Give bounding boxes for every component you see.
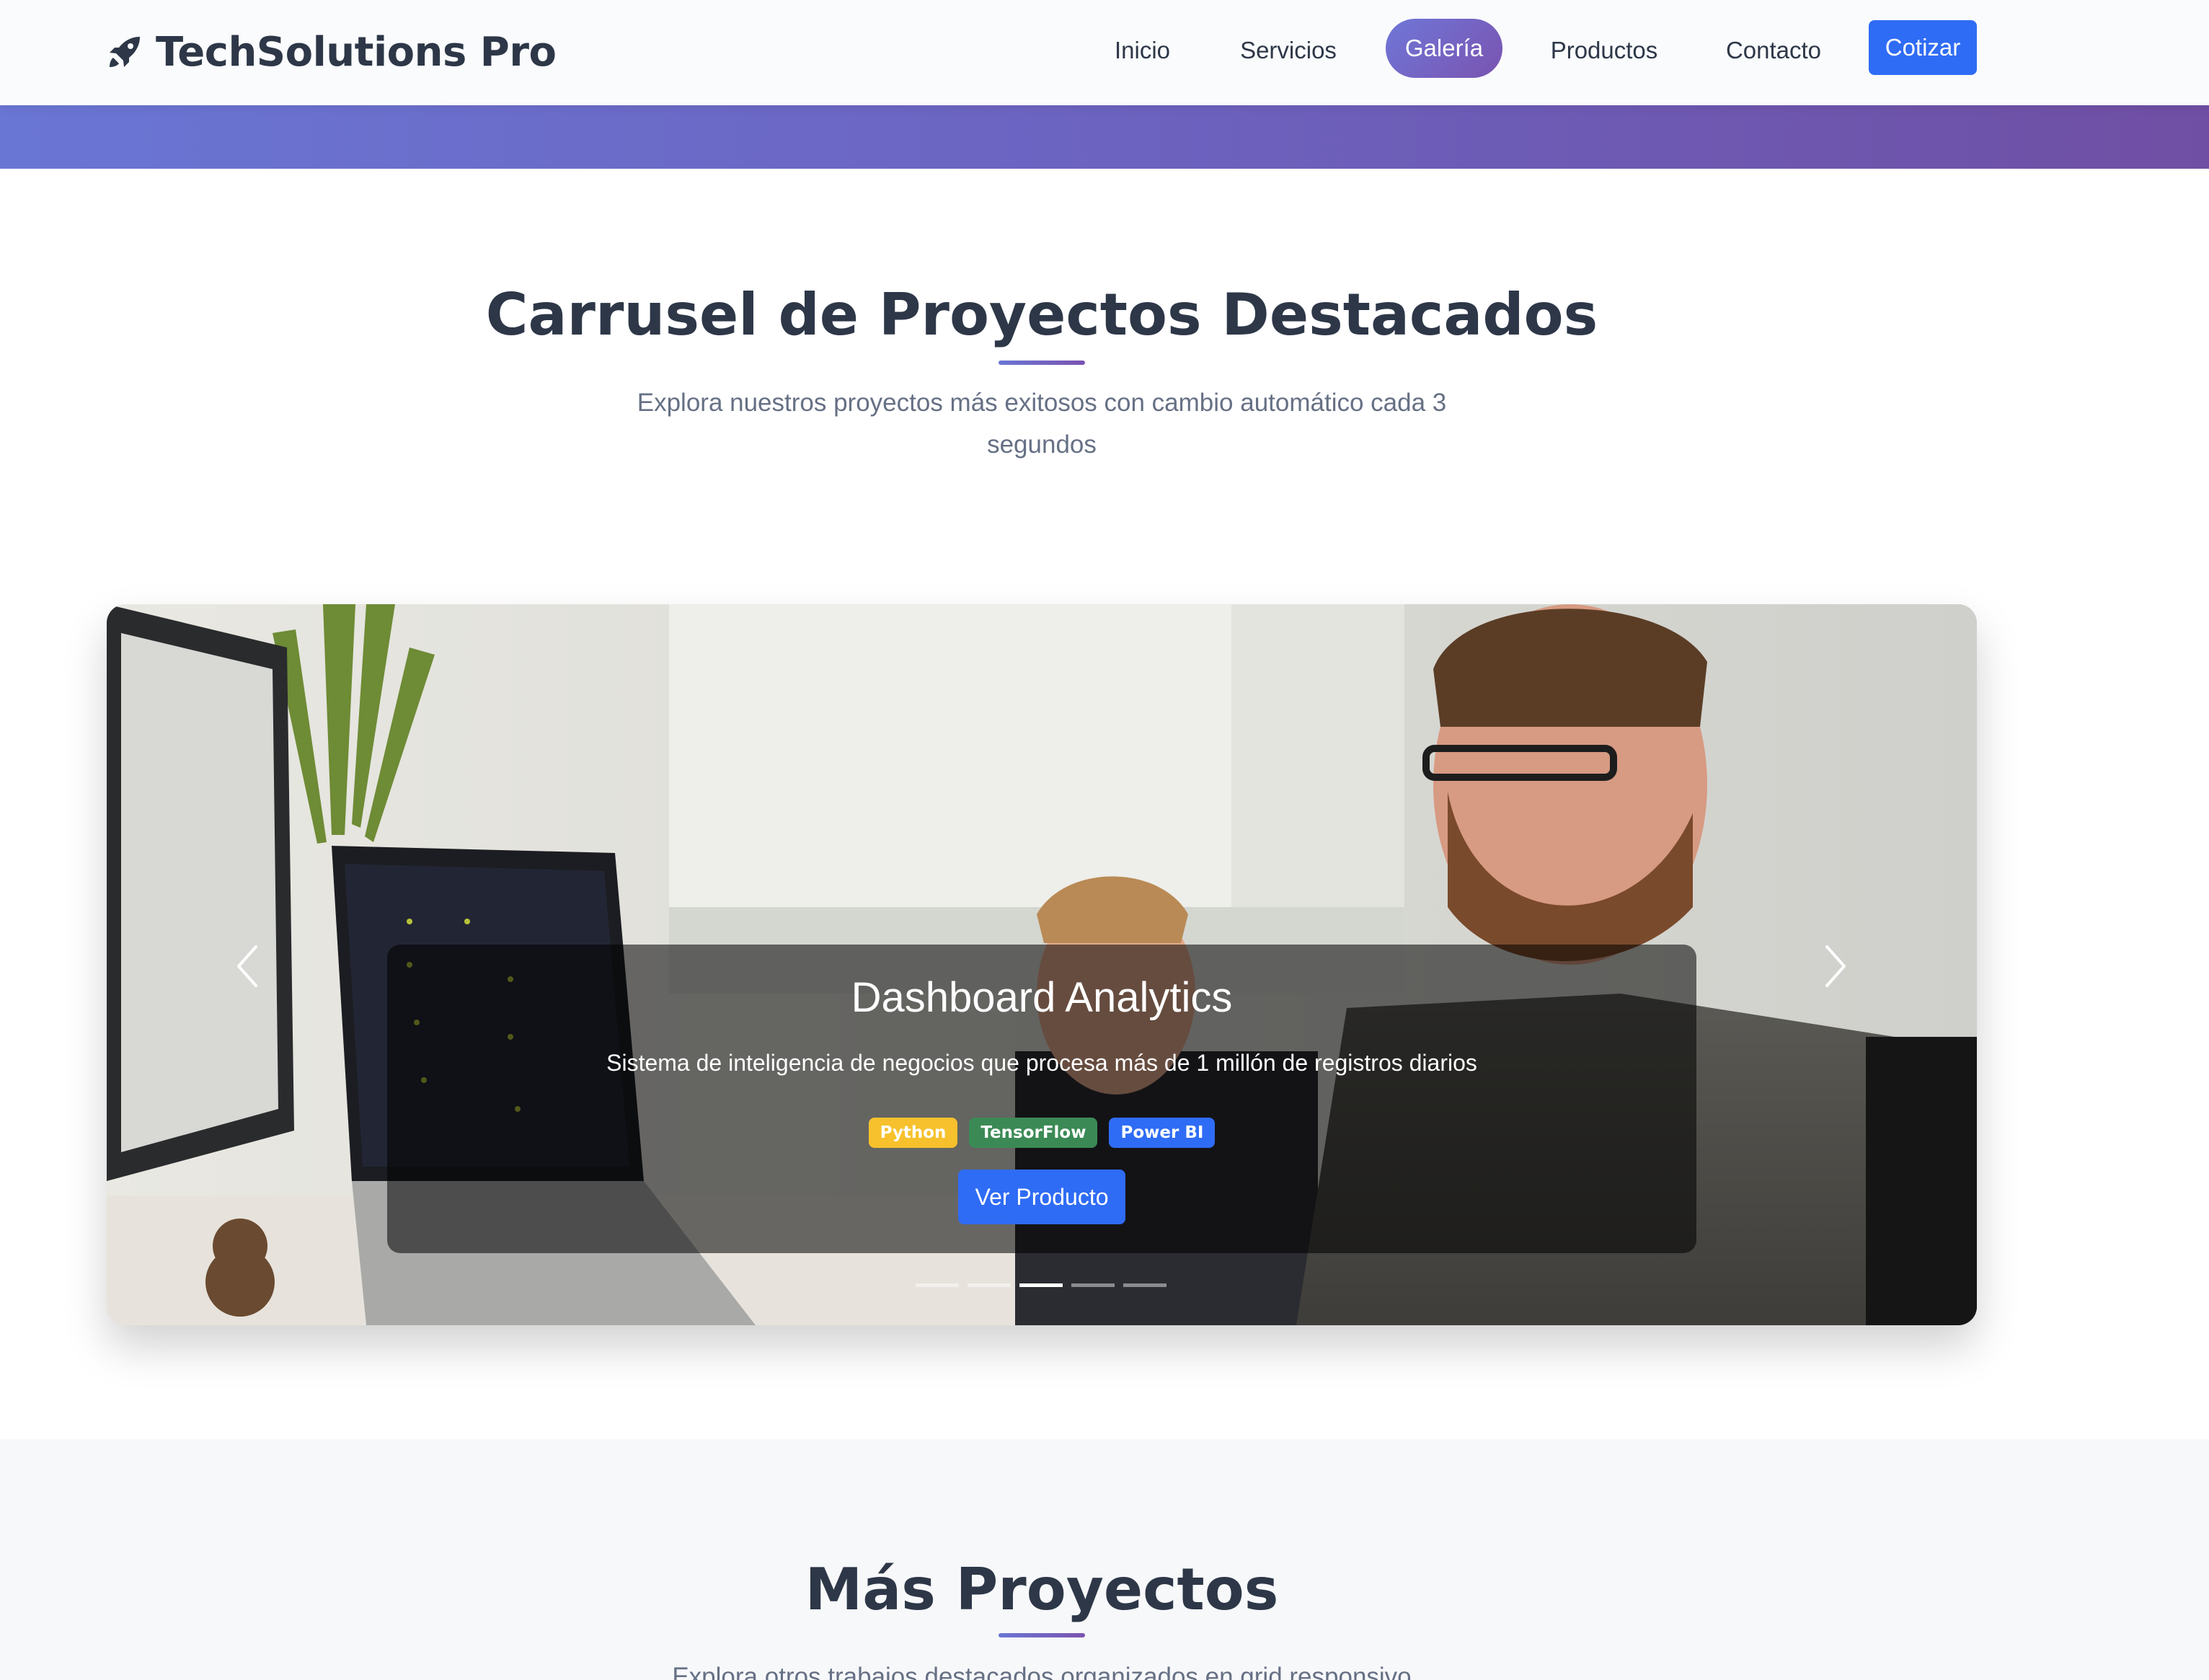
rocket-icon <box>110 37 140 67</box>
nav-link-productos[interactable]: Productos <box>1536 20 1673 81</box>
nav-link-contacto[interactable]: Contacto <box>1701 20 1846 81</box>
more-projects-title: Más Proyectos <box>805 1556 1279 1623</box>
nav-link-servicios[interactable]: Servicios <box>1223 20 1353 81</box>
carousel-indicator-4[interactable] <box>1071 1283 1115 1287</box>
navbar: TechSolutions Pro Inicio Servicios Galer… <box>0 0 2209 105</box>
more-projects-subtitle: Explora otros trabajos destacados organi… <box>672 1663 1412 1680</box>
hero-gradient-band <box>0 105 2209 169</box>
title-underline <box>999 1633 1085 1637</box>
chevron-right-icon <box>1825 945 1846 987</box>
slide-description: Sistema de inteligencia de negocios que … <box>606 1050 1477 1076</box>
carousel-prev-button[interactable] <box>226 930 269 1002</box>
carousel-indicators <box>916 1283 1167 1289</box>
slide-title: Dashboard Analytics <box>851 974 1233 1021</box>
brand-name: TechSolutions Pro <box>156 28 557 76</box>
carousel-indicator-1[interactable] <box>916 1283 959 1287</box>
tag-power-bi: Power BI <box>1109 1118 1216 1148</box>
brand[interactable]: TechSolutions Pro <box>107 25 557 79</box>
carousel-indicator-2[interactable] <box>968 1283 1011 1287</box>
nav-link-inicio[interactable]: Inicio <box>1090 20 1195 81</box>
nav-link-galeria[interactable]: Galería <box>1386 19 1502 78</box>
tag-tensorflow: TensorFlow <box>969 1118 1098 1148</box>
slide-caption: Dashboard Analytics Sistema de inteligen… <box>387 945 1696 1253</box>
chevron-left-icon <box>237 945 257 987</box>
carousel-section-subtitle: Explora nuestros proyectos más exitosos … <box>637 389 1447 459</box>
tech-tags: Python TensorFlow Power BI <box>387 1118 1696 1148</box>
cotizar-button[interactable]: Cotizar <box>1869 20 1977 75</box>
ver-producto-button[interactable]: Ver Producto <box>958 1170 1125 1224</box>
tag-python: Python <box>868 1118 958 1148</box>
carousel-indicator-3[interactable] <box>1019 1283 1063 1287</box>
carousel-next-button[interactable] <box>1814 930 1857 1002</box>
title-underline <box>999 361 1085 365</box>
carousel-indicator-5[interactable] <box>1123 1283 1167 1287</box>
carousel-section-title: Carrusel de Proyectos Destacados <box>485 281 1598 348</box>
